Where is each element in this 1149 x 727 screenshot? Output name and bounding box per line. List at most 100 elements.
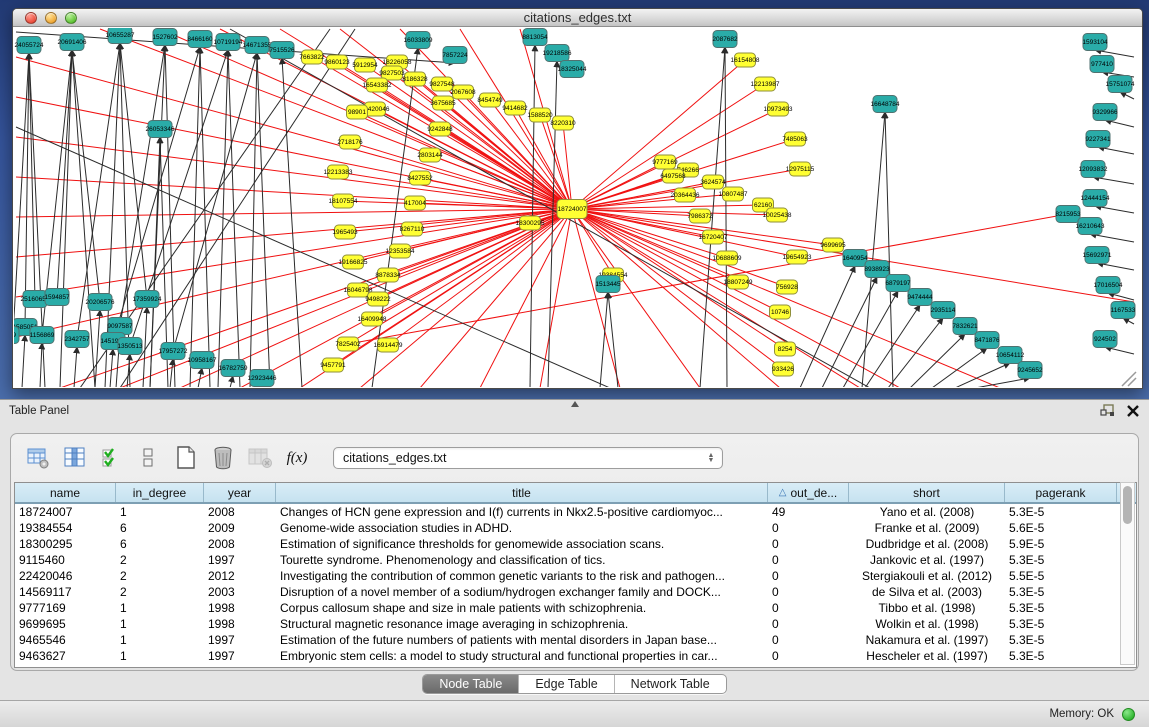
graph-node[interactable]: 7832621 xyxy=(952,318,978,335)
graph-node[interactable]: 1965493 xyxy=(332,225,358,239)
citation-edge-black[interactable] xyxy=(228,50,240,387)
show-column-icon[interactable] xyxy=(62,445,88,471)
graph-node[interactable]: 18325044 xyxy=(558,61,587,78)
graph-node[interactable]: 19654923 xyxy=(783,250,812,264)
graph-node[interactable]: 12444154 xyxy=(1081,190,1110,207)
scrollbar-thumb[interactable] xyxy=(1123,486,1132,524)
column-header-name[interactable]: name xyxy=(15,483,116,502)
citation-edge-black[interactable] xyxy=(282,58,302,387)
citation-edge-black[interactable] xyxy=(218,50,228,387)
graph-node[interactable]: 9498222 xyxy=(365,292,391,306)
table-row[interactable]: 911546021997Tourette syndrome. Phenomeno… xyxy=(15,552,1136,568)
graph-node[interactable]: 16033809 xyxy=(404,32,433,49)
graph-node[interactable]: 8813054 xyxy=(522,29,548,46)
graph-node[interactable]: 2067608 xyxy=(450,85,476,99)
graph-node[interactable]: 933426 xyxy=(772,362,794,376)
table-row[interactable]: 1830029562008Estimation of significance … xyxy=(15,536,1136,552)
graph-node[interactable]: 19218586 xyxy=(543,45,572,62)
column-header-out_de[interactable]: △out_de... xyxy=(768,483,849,502)
graph-node[interactable]: 8186328 xyxy=(402,72,428,86)
graph-node[interactable]: 8220310 xyxy=(550,116,576,130)
graph-node[interactable]: 7485063 xyxy=(782,132,808,146)
table-body[interactable]: 1872400712008Changes of HCN gene express… xyxy=(15,504,1136,667)
memory-ok-indicator[interactable] xyxy=(1122,708,1135,721)
graph-node-hub[interactable]: 18724007 xyxy=(557,200,587,219)
graph-node[interactable]: 12923446 xyxy=(248,370,277,387)
citation-edge-black[interactable] xyxy=(1095,206,1134,213)
citation-edge-black[interactable] xyxy=(1098,147,1134,154)
citation-edge-black[interactable] xyxy=(72,50,100,302)
unselect-all-columns-icon[interactable] xyxy=(136,445,162,471)
graph-node[interactable]: 924502 xyxy=(1093,331,1117,348)
close-panel-icon[interactable] xyxy=(1127,405,1139,417)
table-row[interactable]: 946362711997Embryonic stem cells: a mode… xyxy=(15,648,1136,664)
citation-edge-black[interactable] xyxy=(95,310,100,387)
tab-network-table[interactable]: Network Table xyxy=(615,675,726,693)
graph-node[interactable]: 12975115 xyxy=(786,162,815,176)
citation-edge-black[interactable] xyxy=(120,29,355,387)
graph-node[interactable]: 1593104 xyxy=(1082,34,1108,51)
graph-node[interactable]: 6879197 xyxy=(885,275,911,292)
graph-node[interactable]: 19166825 xyxy=(339,255,368,269)
graph-node[interactable]: 18300295 xyxy=(516,216,545,230)
graph-node[interactable]: 9777169 xyxy=(652,155,678,169)
citation-edge-black[interactable] xyxy=(1105,347,1134,354)
graph-node[interactable]: 17359924 xyxy=(133,291,162,308)
graph-node[interactable]: 15751074 xyxy=(1106,76,1135,93)
graph-node[interactable]: 16543382 xyxy=(363,78,392,92)
graph-node[interactable]: 20691406 xyxy=(58,34,87,51)
graph-node[interactable]: 20206576 xyxy=(86,294,115,311)
citation-edge-black[interactable] xyxy=(230,376,233,387)
citation-edge-red[interactable] xyxy=(540,209,572,387)
citation-edge-black[interactable] xyxy=(257,53,270,387)
citation-edge-black[interactable] xyxy=(800,266,855,387)
graph-node[interactable]: 8427552 xyxy=(407,171,433,185)
graph-node[interactable]: 9457791 xyxy=(320,358,346,372)
table-row[interactable]: 977716911998Corpus callosum shape and si… xyxy=(15,600,1136,616)
graph-node[interactable]: 15692971 xyxy=(1083,247,1112,264)
graph-node[interactable]: 2803144 xyxy=(417,148,443,162)
citation-edge-black[interactable] xyxy=(608,292,618,387)
citation-edge-black[interactable] xyxy=(725,47,727,387)
graph-node[interactable]: 9699695 xyxy=(820,238,846,252)
graph-node[interactable]: 977410 xyxy=(1090,56,1114,73)
graph-node[interactable]: 2087682 xyxy=(712,31,738,48)
graph-node[interactable]: 8938923 xyxy=(864,261,890,278)
citation-edge-black[interactable] xyxy=(843,291,898,387)
graph-node[interactable]: 10688609 xyxy=(713,251,742,265)
table-row[interactable]: 1456911722003Disruption of a novel membe… xyxy=(15,584,1136,600)
graph-node[interactable]: 1513445 xyxy=(595,276,621,293)
citation-edge-black[interactable] xyxy=(200,47,210,387)
graph-node[interactable]: 16154808 xyxy=(731,53,760,67)
graph-node[interactable]: 17016504 xyxy=(1094,277,1123,294)
graph-node[interactable]: 10973493 xyxy=(764,102,793,116)
graph-node[interactable]: 8466160 xyxy=(187,31,213,48)
select-all-columns-icon[interactable] xyxy=(99,445,125,471)
citation-edge-black[interactable] xyxy=(885,112,893,387)
graph-node[interactable]: 10807487 xyxy=(719,187,748,201)
tab-edge-table[interactable]: Edge Table xyxy=(519,675,614,693)
graph-node[interactable]: 2935114 xyxy=(931,302,956,319)
graph-node[interactable]: 16648784 xyxy=(871,96,900,113)
citation-edge-black[interactable] xyxy=(862,112,885,387)
citation-edge-black[interactable] xyxy=(1097,263,1134,270)
table-row[interactable]: 2242004622012Investigating the contribut… xyxy=(15,568,1136,584)
graph-node[interactable]: 10958167 xyxy=(188,352,217,369)
delete-table-icon[interactable] xyxy=(210,445,236,471)
citation-edge-black[interactable] xyxy=(170,359,173,387)
graph-node[interactable]: 3624574 xyxy=(700,175,726,189)
graph-node[interactable]: 9245652 xyxy=(1017,362,1043,379)
citation-edge-black[interactable] xyxy=(110,349,113,387)
graph-node[interactable]: 2342757 xyxy=(64,331,90,348)
graph-node[interactable]: 1527602 xyxy=(152,29,178,46)
graph-node[interactable]: 12213987 xyxy=(751,77,780,91)
table-header-row[interactable]: namein_degreeyeartitle△out_de...shortpag… xyxy=(15,483,1136,504)
graph-node[interactable]: 9414682 xyxy=(502,101,528,115)
graph-node[interactable]: 12093832 xyxy=(1079,161,1108,178)
graph-node[interactable]: 39159 xyxy=(14,327,19,344)
graph-node[interactable]: 7663822 xyxy=(299,50,325,64)
table-select-dropdown[interactable]: citations_edges.txt ▲▼ xyxy=(333,447,723,469)
graph-node[interactable]: 1167533 xyxy=(1111,302,1136,319)
citation-edge-red[interactable] xyxy=(572,209,780,312)
graph-node[interactable]: 1640954 xyxy=(842,250,868,267)
